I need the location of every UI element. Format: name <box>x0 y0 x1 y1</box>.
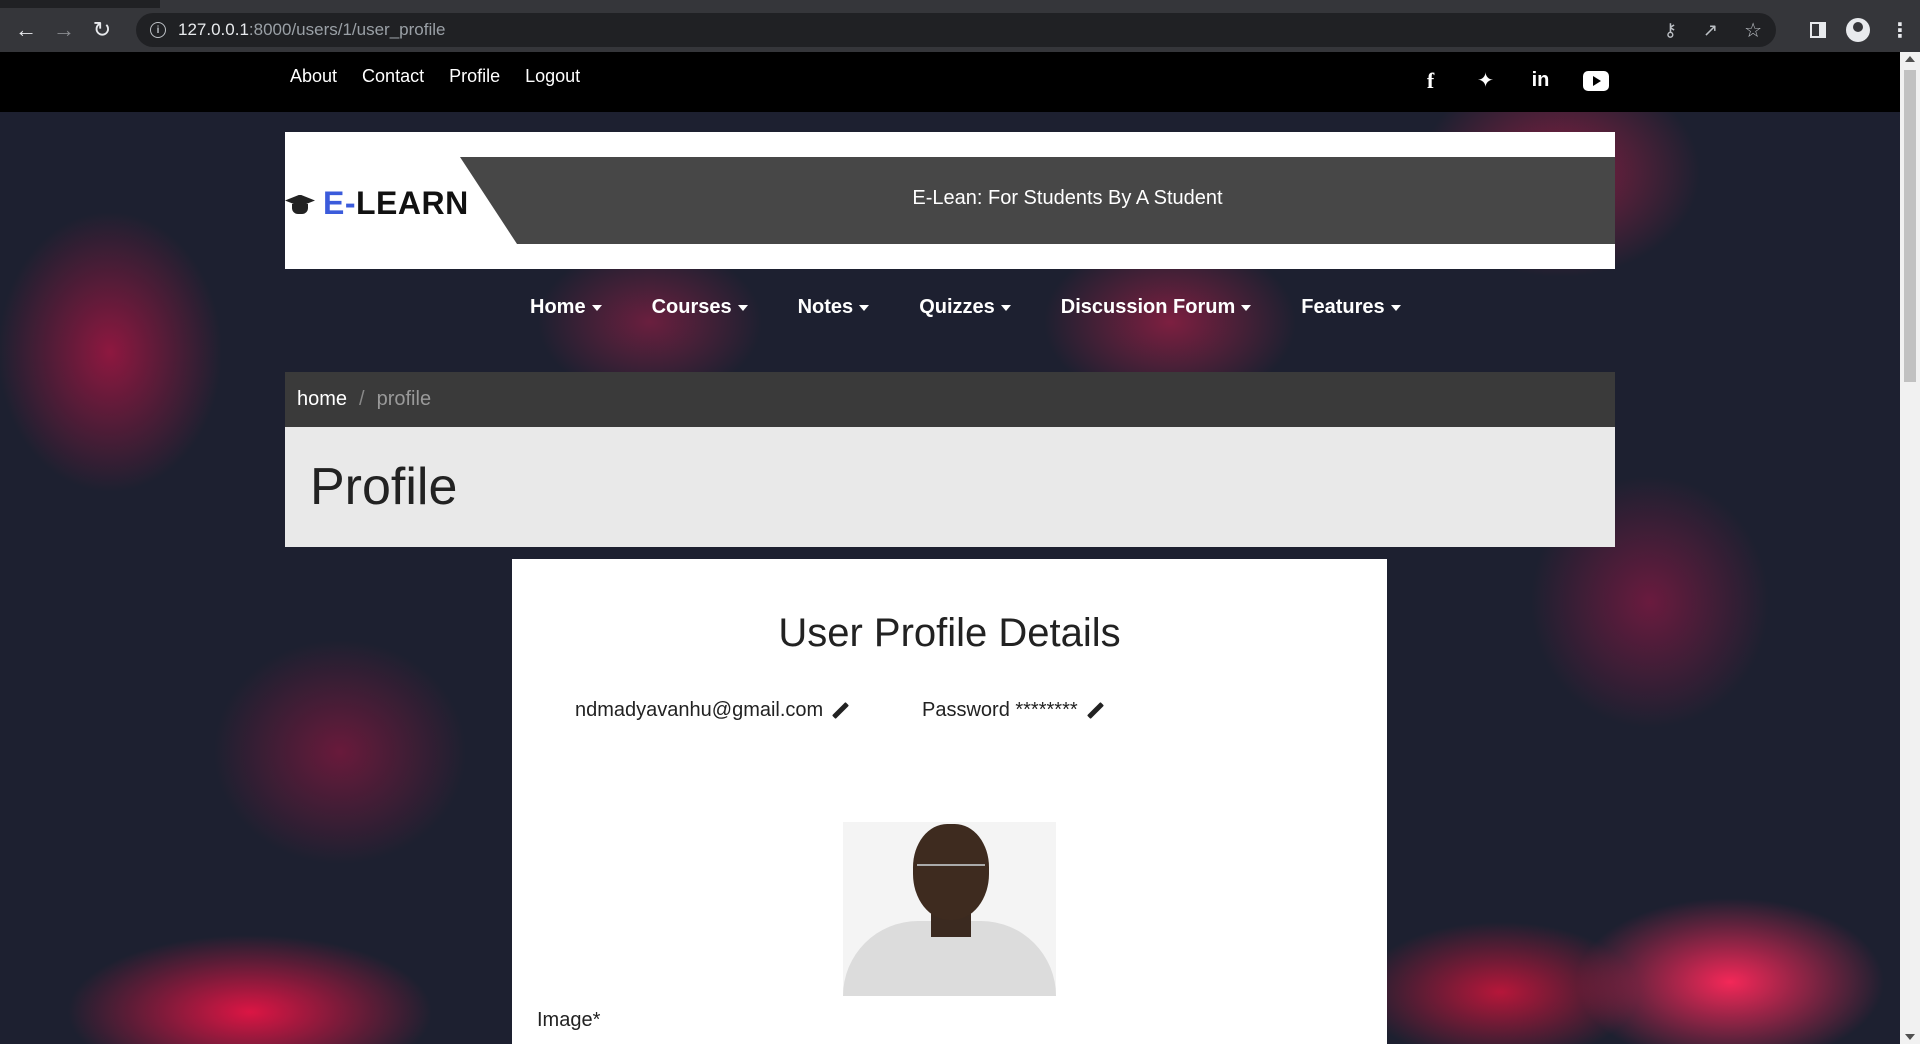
address-bar[interactable]: i 127.0.0.1:8000/users/1/user_profile ⚷ … <box>136 13 1776 47</box>
graduation-cap-icon <box>285 193 315 215</box>
social-links: f ✦ in <box>1418 68 1609 93</box>
youtube-icon[interactable] <box>1583 71 1609 91</box>
caret-down-icon <box>1390 304 1401 311</box>
top-nav: About Contact Profile Logout <box>290 66 580 87</box>
nav-quizzes-dropdown[interactable]: Quizzes <box>919 296 1011 319</box>
caret-down-icon <box>1000 304 1011 311</box>
page-scrollbar[interactable] <box>1900 52 1920 1044</box>
twitter-icon[interactable]: ✦ <box>1473 68 1498 93</box>
url-path: :8000/users/1/user_profile <box>248 20 446 39</box>
breadcrumb-home-link[interactable]: home <box>297 388 347 411</box>
nav-features-dropdown[interactable]: Features <box>1301 296 1401 319</box>
profile-card: User Profile Details ndmadyavanhu@gmail.… <box>512 559 1387 1044</box>
forward-icon[interactable]: → <box>48 14 80 46</box>
menu-kebab-icon[interactable]: ⋮ <box>1890 18 1910 43</box>
tagline: E-Lean: For Students By A Student <box>912 187 1223 209</box>
url-host: 127.0.0.1 <box>178 20 249 39</box>
email-value: ndmadyavanhu@gmail.com <box>575 699 824 721</box>
reload-icon[interactable]: ↻ <box>86 14 118 46</box>
card-heading: User Profile Details <box>778 611 1121 655</box>
key-icon[interactable]: ⚷ <box>1664 20 1677 41</box>
caret-down-icon <box>591 304 602 311</box>
tagline-banner: E-Lean: For Students By A Student <box>460 157 1615 244</box>
top-bar: About Contact Profile Logout f ✦ in <box>0 52 1900 112</box>
facebook-icon[interactable]: f <box>1418 68 1443 93</box>
back-icon[interactable]: ← <box>10 14 42 46</box>
edit-email-pencil-icon[interactable] <box>831 702 849 720</box>
site-logo[interactable]: E-LEARN <box>285 185 469 222</box>
browser-active-tab <box>160 0 1920 8</box>
page-title: Profile <box>310 458 458 516</box>
caret-down-icon <box>1241 304 1252 311</box>
breadcrumb-current: profile <box>376 388 432 410</box>
nav-about-link[interactable]: About <box>290 66 337 87</box>
email-row: ndmadyavanhu@gmail.com <box>575 699 849 722</box>
nav-discussion-forum-dropdown[interactable]: Discussion Forum <box>1061 296 1252 319</box>
caret-down-icon <box>737 304 748 311</box>
scroll-down-arrow-icon[interactable] <box>1905 1034 1915 1040</box>
browser-toolbar: ← → ↻ i 127.0.0.1:8000/users/1/user_prof… <box>0 8 1920 52</box>
site-info-icon[interactable]: i <box>150 22 166 38</box>
main-nav: Home Courses Notes Quizzes Discussion Fo… <box>530 296 1401 319</box>
page-title-band: Profile <box>285 427 1615 547</box>
nav-notes-dropdown[interactable]: Notes <box>798 296 870 319</box>
side-panel-icon[interactable] <box>1810 22 1826 38</box>
edit-password-pencil-icon[interactable] <box>1086 702 1104 720</box>
web-page: About Contact Profile Logout f ✦ in E-LE… <box>0 52 1900 1044</box>
breadcrumb-separator: / <box>359 388 365 410</box>
profile-avatar-icon[interactable] <box>1846 18 1870 42</box>
profile-photo <box>843 822 1056 996</box>
nav-logout-link[interactable]: Logout <box>525 66 580 87</box>
password-row: Password ******** <box>922 699 1104 722</box>
nav-contact-link[interactable]: Contact <box>362 66 424 87</box>
brand-header: E-LEARN E-Lean: For Students By A Studen… <box>285 132 1615 269</box>
share-icon[interactable]: ↗ <box>1703 20 1718 41</box>
password-value: Password ******** <box>922 699 1078 721</box>
bookmark-star-icon[interactable]: ☆ <box>1744 18 1762 43</box>
image-field-label: Image* <box>537 1009 601 1031</box>
nav-courses-dropdown[interactable]: Courses <box>652 296 748 319</box>
breadcrumb: home / profile <box>285 372 1615 427</box>
logo-text: E-LEARN <box>323 185 469 221</box>
caret-down-icon <box>859 304 870 311</box>
nav-home-dropdown[interactable]: Home <box>530 296 602 319</box>
linkedin-icon[interactable]: in <box>1528 68 1553 93</box>
scroll-up-arrow-icon[interactable] <box>1905 56 1915 62</box>
scrollbar-thumb[interactable] <box>1904 70 1916 382</box>
nav-profile-link[interactable]: Profile <box>449 66 500 87</box>
